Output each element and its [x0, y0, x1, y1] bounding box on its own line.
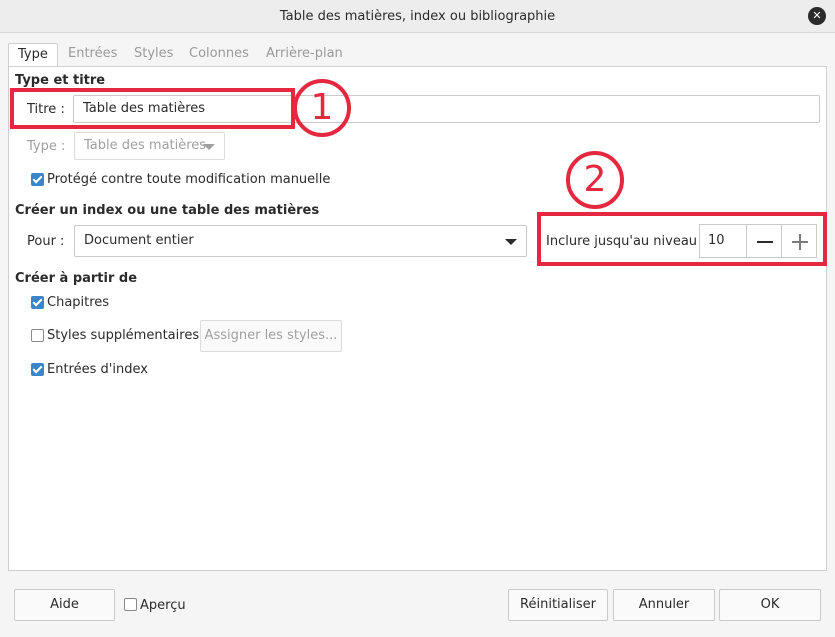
index-entries-label: Entrées d'index: [47, 362, 148, 377]
assign-styles-button[interactable]: Assigner les styles...: [200, 320, 342, 352]
annotation-box-2: [537, 212, 827, 266]
protected-label: Protégé contre toute modification manuel…: [47, 172, 331, 187]
for-select[interactable]: Document entier: [74, 225, 527, 257]
chapters-checkbox[interactable]: [31, 296, 44, 309]
section-type-title-heading: Type et titre: [15, 73, 106, 88]
reset-button[interactable]: Réinitialiser: [508, 589, 608, 621]
annotation-box-1: [10, 88, 295, 129]
protected-checkbox[interactable]: [31, 173, 44, 186]
ok-button[interactable]: OK: [719, 589, 821, 621]
cancel-button[interactable]: Annuler: [613, 589, 715, 621]
chevron-down-icon: [203, 144, 215, 150]
type-label: Type :: [27, 139, 66, 154]
chevron-down-icon: [505, 239, 517, 245]
title-bar: Table des matières, index ou bibliograph…: [0, 0, 835, 33]
preview-label: Aperçu: [140, 598, 186, 613]
annotation-marker-1: 1: [293, 79, 351, 137]
tab-styles[interactable]: Styles: [134, 43, 173, 67]
annotation-marker-2: 2: [566, 151, 624, 209]
index-entries-checkbox[interactable]: [31, 363, 44, 376]
window-title: Table des matières, index ou bibliograph…: [279, 9, 556, 24]
tab-columns[interactable]: Colonnes: [189, 43, 249, 67]
type-select-value: Table des matières: [84, 138, 207, 153]
section-create-index-heading: Créer un index ou une table des matières: [15, 203, 320, 218]
tab-entries[interactable]: Entrées: [68, 43, 117, 67]
extra-styles-label: Styles supplémentaires: [47, 328, 200, 343]
extra-styles-checkbox[interactable]: [31, 329, 44, 342]
tab-background[interactable]: Arrière-plan: [266, 43, 343, 67]
help-button[interactable]: Aide: [14, 589, 115, 621]
for-select-value: Document entier: [84, 233, 194, 248]
type-select[interactable]: Table des matières: [74, 132, 225, 160]
close-icon[interactable]: ✕: [808, 7, 826, 25]
chapters-label: Chapitres: [47, 295, 110, 310]
for-label: Pour :: [27, 234, 65, 249]
section-create-from-heading: Créer à partir de: [15, 271, 138, 286]
tab-type[interactable]: Type: [8, 43, 58, 67]
preview-checkbox[interactable]: [124, 598, 137, 611]
